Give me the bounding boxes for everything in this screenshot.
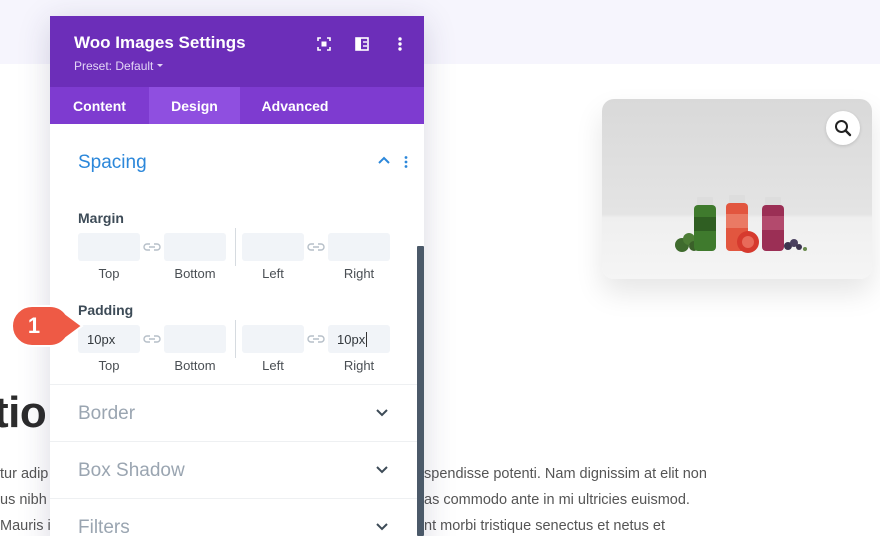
padding-left-sublabel: Left: [262, 358, 284, 373]
body-text-left-1: tur adip: [0, 466, 49, 482]
margin-label: Margin: [78, 210, 124, 226]
divider: [235, 228, 236, 266]
margin-bottom-sublabel: Bottom: [174, 266, 216, 281]
padding-right-input[interactable]: 10px: [328, 325, 390, 353]
body-text-right-1: spendisse potenti. Nam dignissim at elit…: [424, 466, 707, 482]
modal-title: Woo Images Settings: [74, 33, 246, 52]
body-text-left-2: us nibh: [0, 492, 47, 508]
box-shadow-section[interactable]: Box Shadow: [50, 441, 424, 498]
padding-label: Padding: [78, 302, 134, 318]
expand-icon: [317, 37, 331, 51]
modal-tabs: Content Design Advanced: [50, 87, 424, 124]
vertical-dots-icon: [398, 37, 402, 51]
padding-bottom-sublabel: Bottom: [174, 358, 216, 373]
product-image[interactable]: [602, 99, 872, 279]
link-icon[interactable]: [306, 332, 326, 346]
link-icon[interactable]: [306, 240, 326, 254]
padding-right-sublabel: Right: [343, 358, 375, 373]
link-icon[interactable]: [142, 332, 162, 346]
tab-advanced[interactable]: Advanced: [240, 87, 350, 124]
split-view-button[interactable]: [352, 34, 372, 54]
more-options-button[interactable]: [390, 34, 410, 54]
padding-bottom-input[interactable]: [164, 325, 226, 353]
body-text-right-2: as commodo ante in mi ultricies euismod.: [424, 492, 690, 508]
filters-title: Filters: [78, 517, 130, 536]
box-shadow-title: Box Shadow: [78, 460, 185, 481]
zoom-button[interactable]: [826, 111, 860, 145]
split-view-icon: [355, 37, 369, 51]
margin-top-sublabel: Top: [98, 266, 120, 281]
page-heading-fragment: tio: [0, 388, 47, 437]
body-text-right-3: nt morbi tristique senectus et netus et: [424, 518, 665, 534]
margin-top-input[interactable]: [78, 233, 140, 261]
margin-right-input[interactable]: [328, 233, 390, 261]
filters-section[interactable]: Filters: [50, 498, 424, 536]
section-options-icon[interactable]: [404, 156, 408, 168]
magnifier-icon: [835, 120, 852, 137]
chevron-down-icon: [376, 409, 388, 417]
margin-bottom-input[interactable]: [164, 233, 226, 261]
margin-left-input[interactable]: [242, 233, 304, 261]
fullscreen-button[interactable]: [314, 34, 334, 54]
border-section[interactable]: Border: [50, 384, 424, 441]
chevron-up-icon[interactable]: [378, 156, 390, 164]
step-callout-number: 1: [27, 313, 41, 338]
padding-top-sublabel: Top: [98, 358, 120, 373]
link-icon[interactable]: [142, 240, 162, 254]
preset-dropdown-icon: [157, 64, 164, 67]
padding-left-input[interactable]: [242, 325, 304, 353]
preset-label: Preset: Default: [74, 59, 154, 73]
text-cursor: [366, 331, 368, 347]
settings-modal: Woo Images Settings Preset: Default Cont…: [50, 16, 424, 536]
margin-right-sublabel: Right: [343, 266, 375, 281]
divider: [235, 320, 236, 358]
tab-content[interactable]: Content: [50, 87, 149, 124]
padding-right-value: 10px: [337, 331, 366, 347]
padding-top-input[interactable]: 10px: [78, 325, 140, 353]
chevron-down-icon: [376, 466, 388, 474]
scrollbar[interactable]: [417, 246, 424, 536]
tab-design[interactable]: Design: [149, 87, 240, 124]
chevron-down-icon: [376, 523, 388, 531]
body-text-left-3: Mauris i: [0, 518, 51, 534]
margin-left-sublabel: Left: [262, 266, 284, 281]
border-title: Border: [78, 403, 136, 424]
spacing-section: Spacing Margin Top Bottom Left Right Pad…: [50, 124, 424, 384]
preset-selector[interactable]: Preset: Default: [74, 59, 164, 73]
header-actions: [314, 34, 410, 54]
modal-header: Woo Images Settings Preset: Default: [50, 16, 424, 87]
spacing-title[interactable]: Spacing: [78, 152, 147, 174]
